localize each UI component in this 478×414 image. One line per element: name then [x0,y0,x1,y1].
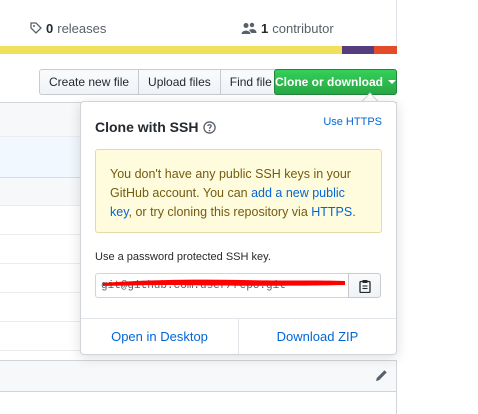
https-link[interactable]: HTTPS [311,205,352,219]
caret-down-icon [388,80,396,84]
releases-label: releases [57,21,107,36]
language-segment [342,46,374,54]
question-icon[interactable] [203,120,217,134]
people-icon [241,22,257,34]
readme-body [0,392,397,414]
releases-count: 0 [46,21,54,36]
download-zip-button[interactable]: Download ZIP [238,319,396,354]
language-bar[interactable] [0,46,397,54]
language-segment [0,46,342,54]
flash-text-after: . [352,205,356,219]
dropdown-title-text: Clone with SSH [95,119,199,135]
tag-icon [30,22,42,34]
copy-to-clipboard-button[interactable] [348,273,381,298]
repo-summary: 0 releases 1 contributor [0,0,397,46]
dropdown-title: Clone with SSH [95,119,217,135]
language-segment [374,46,397,54]
use-https-link[interactable]: Use HTTPS [323,116,382,128]
readme-header [0,360,397,392]
redaction-mark [103,279,345,286]
find-file-button[interactable]: Find file [220,69,282,95]
clone-or-download-label: Clone or download [275,75,383,89]
contributors-link[interactable]: 1 contributor [241,21,334,36]
ssh-hint: Use a password protected SSH key. [95,251,271,263]
ssh-warning-flash: You don't have any public SSH keys in yo… [95,149,382,233]
create-new-file-button[interactable]: Create new file [39,69,140,95]
dropdown-footer: Open in Desktop Download ZIP [81,318,396,354]
contributors-count: 1 [261,21,269,36]
clipboard-icon [358,279,371,293]
open-in-desktop-button[interactable]: Open in Desktop [81,319,238,354]
upload-files-button[interactable]: Upload files [139,69,221,95]
clone-dropdown: Clone with SSH Use HTTPS You don't have … [80,101,397,355]
releases-link[interactable]: 0 releases [30,21,106,36]
flash-text-middle: , or try cloning this repository via [128,205,312,219]
pencil-icon[interactable] [375,369,388,382]
contributors-label: contributor [272,21,334,36]
clone-or-download-button[interactable]: Clone or download [274,69,397,95]
file-actions-group: Create new file Upload files Find file [39,69,282,95]
